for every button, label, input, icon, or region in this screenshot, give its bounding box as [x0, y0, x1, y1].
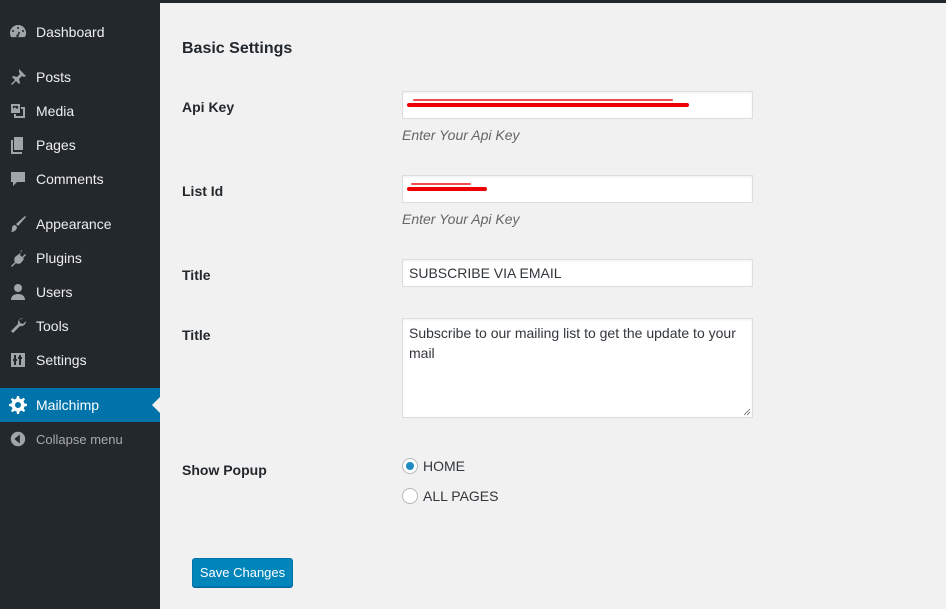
- radio-label: HOME: [423, 458, 465, 474]
- description-textarea[interactable]: Subscribe to our mailing list to get the…: [402, 318, 753, 418]
- list-id-input[interactable]: [402, 175, 753, 203]
- settings-sliders-icon: [0, 350, 36, 370]
- save-changes-button[interactable]: Save Changes: [192, 558, 293, 587]
- dashboard-icon: [0, 22, 36, 42]
- sidebar-item-label: Dashboard: [36, 24, 105, 40]
- api-key-hint: Enter Your Api Key: [402, 127, 520, 143]
- sidebar-item-label: Appearance: [36, 216, 112, 232]
- sidebar-item-dashboard[interactable]: Dashboard: [0, 15, 160, 49]
- radio-all-pages[interactable]: ALL PAGES: [402, 488, 498, 504]
- sidebar-item-label: Comments: [36, 171, 104, 187]
- sidebar-item-mailchimp[interactable]: Mailchimp: [0, 388, 160, 422]
- brush-icon: [0, 214, 36, 234]
- sidebar-item-label: Collapse menu: [36, 431, 123, 447]
- radio-button[interactable]: [402, 488, 418, 504]
- redaction-mark: [407, 187, 487, 191]
- sidebar-item-label: Plugins: [36, 250, 82, 266]
- description-label: Title: [182, 327, 211, 343]
- media-icon: [0, 101, 36, 121]
- redaction-mark: [407, 103, 689, 107]
- show-popup-label: Show Popup: [182, 462, 267, 478]
- sidebar-item-comments[interactable]: Comments: [0, 162, 160, 196]
- sidebar-item-label: Media: [36, 103, 75, 119]
- sidebar-item-appearance[interactable]: Appearance: [0, 207, 160, 241]
- radio-dot: [406, 462, 414, 470]
- gear-icon: [0, 395, 36, 415]
- api-key-input[interactable]: [402, 91, 753, 119]
- wrench-icon: [0, 316, 36, 336]
- description-text: Subscribe to our mailing list to get the…: [409, 325, 736, 361]
- sidebar-item-label: Tools: [36, 318, 69, 334]
- collapse-arrow-icon: [0, 430, 36, 448]
- active-menu-arrow: [152, 397, 160, 413]
- sidebar-item-plugins[interactable]: Plugins: [0, 241, 160, 275]
- sidebar-item-posts[interactable]: Posts: [0, 60, 160, 94]
- radio-button-checked[interactable]: [402, 458, 418, 474]
- title-label: Title: [182, 267, 211, 283]
- admin-sidebar: Dashboard Posts Media Pages Comments App…: [0, 0, 160, 609]
- collapse-menu-button[interactable]: Collapse menu: [0, 422, 160, 456]
- settings-content: Basic Settings Api Key Enter Your Api Ke…: [160, 3, 946, 609]
- pages-icon: [0, 135, 36, 155]
- sidebar-item-label: Settings: [36, 352, 87, 368]
- list-id-label: List Id: [182, 183, 224, 199]
- redaction-mark: [413, 99, 673, 101]
- title-input[interactable]: SUBSCRIBE VIA EMAIL: [402, 259, 753, 287]
- pin-icon: [0, 67, 36, 87]
- sidebar-item-label: Posts: [36, 69, 72, 85]
- page-title: Basic Settings: [182, 40, 293, 57]
- radio-label: ALL PAGES: [423, 488, 499, 504]
- resize-handle-icon[interactable]: [743, 408, 751, 416]
- sidebar-item-label: Users: [36, 284, 73, 300]
- comment-icon: [0, 169, 36, 189]
- list-id-hint: Enter Your Api Key: [402, 211, 520, 227]
- sidebar-item-settings[interactable]: Settings: [0, 343, 160, 377]
- plug-icon: [0, 248, 36, 268]
- sidebar-item-media[interactable]: Media: [0, 94, 160, 128]
- api-key-label: Api Key: [182, 99, 235, 115]
- sidebar-item-tools[interactable]: Tools: [0, 309, 160, 343]
- sidebar-item-users[interactable]: Users: [0, 275, 160, 309]
- redaction-mark: [411, 183, 471, 185]
- radio-home[interactable]: HOME: [402, 458, 465, 474]
- sidebar-item-label: Pages: [36, 137, 76, 153]
- user-icon: [0, 282, 36, 302]
- sidebar-item-pages[interactable]: Pages: [0, 128, 160, 162]
- sidebar-item-label: Mailchimp: [36, 397, 100, 413]
